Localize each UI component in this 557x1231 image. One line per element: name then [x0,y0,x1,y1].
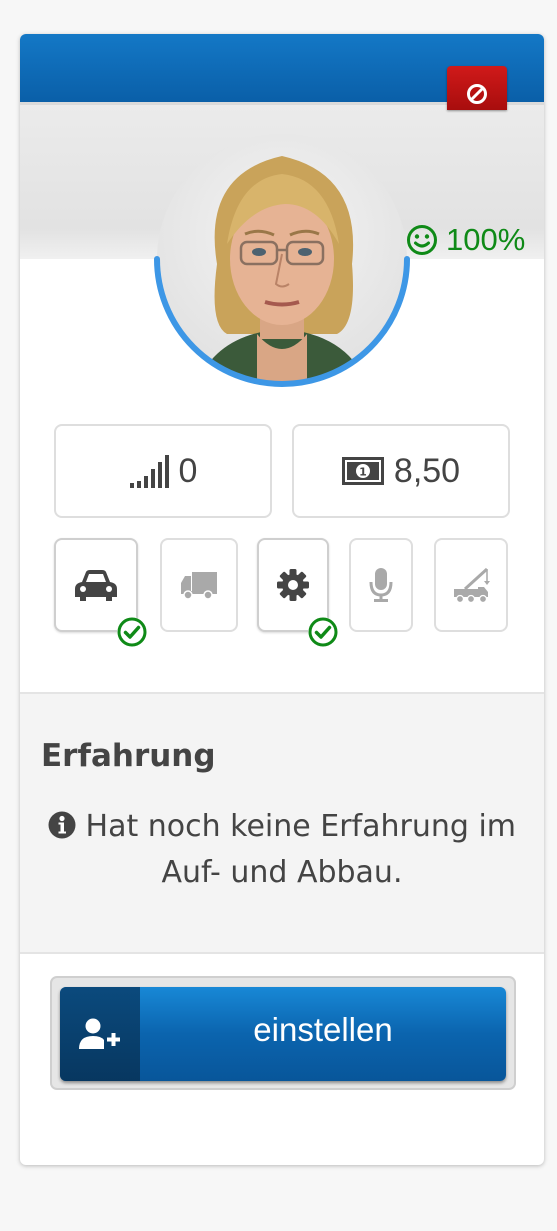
fire-button[interactable] [447,66,507,110]
hire-icon-panel [60,987,140,1081]
satisfaction-indicator: 100% [406,222,525,258]
crane-truck-icon [454,567,490,604]
experience-text-block: Hat noch keine Erfahrung im Auf- und Abb… [40,804,524,896]
hire-button[interactable]: einstellen [60,987,506,1081]
skill-microphone[interactable] [349,538,413,632]
hire-button-frame: einstellen [50,976,516,1090]
wage-value: 8,50 [393,451,461,490]
level-value: 0 [178,451,198,490]
experience-section: Erfahrung Hat noch keine Erfahrung im Au… [20,694,544,954]
svg-text:1: 1 [359,466,367,479]
microphone-icon [369,568,393,602]
car-icon [75,570,117,601]
skill-crane[interactable] [434,538,508,632]
skill-truck[interactable] [160,538,238,632]
truck-icon [181,572,217,600]
user-plus-icon [79,1018,120,1049]
gear-icon [277,569,309,601]
level-box: 0 [54,424,272,518]
signal-bars-icon [129,455,169,488]
experience-title: Erfahrung [41,738,216,774]
skill-technology[interactable] [257,538,338,647]
worker-card: 100% 0 1 8,50 Erfahrung Hat noch keine E… [20,34,544,1165]
check-icon [117,617,147,647]
money-bill-icon: 1 [341,457,384,485]
experience-text: Hat noch keine Erfahrung im Auf- und Abb… [85,809,517,890]
wage-box: 1 8,50 [292,424,510,518]
skill-car[interactable] [54,538,147,647]
info-icon [48,811,76,839]
hire-button-label: einstellen [253,1011,393,1048]
forbidden-icon [467,84,487,104]
satisfaction-value: 100% [446,222,526,257]
check-icon [308,617,338,647]
avatar-ring [154,256,410,387]
